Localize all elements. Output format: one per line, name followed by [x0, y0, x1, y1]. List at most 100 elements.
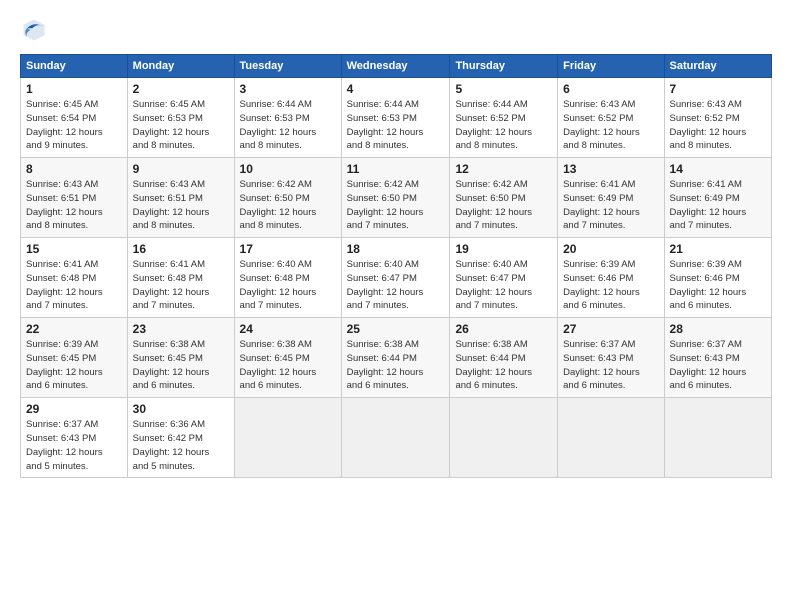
- calendar-cell: 7 Sunrise: 6:43 AM Sunset: 6:52 PM Daylig…: [664, 78, 771, 158]
- day-number: 27: [563, 322, 658, 336]
- day-number: 30: [133, 402, 229, 416]
- day-number: 29: [26, 402, 122, 416]
- day-info: Sunrise: 6:40 AM Sunset: 6:47 PM Dayligh…: [455, 258, 552, 313]
- day-info: Sunrise: 6:37 AM Sunset: 6:43 PM Dayligh…: [563, 338, 658, 393]
- day-number: 22: [26, 322, 122, 336]
- calendar-cell: 25 Sunrise: 6:38 AM Sunset: 6:44 PM Dayli…: [341, 318, 450, 398]
- calendar-week-1: 1 Sunrise: 6:45 AM Sunset: 6:54 PM Daylig…: [21, 78, 772, 158]
- calendar-cell: 28 Sunrise: 6:37 AM Sunset: 6:43 PM Dayli…: [664, 318, 771, 398]
- calendar-cell: 9Sunrise: 6:43 AM Sunset: 6:51 PM Daylig…: [127, 158, 234, 238]
- day-number: 28: [670, 322, 766, 336]
- day-info: Sunrise: 6:39 AM Sunset: 6:46 PM Dayligh…: [670, 258, 766, 313]
- calendar-cell: 15 Sunrise: 6:41 AM Sunset: 6:48 PM Dayli…: [21, 238, 128, 318]
- calendar-cell: 3 Sunrise: 6:44 AM Sunset: 6:53 PM Daylig…: [234, 78, 341, 158]
- calendar-cell: 19 Sunrise: 6:40 AM Sunset: 6:47 PM Dayli…: [450, 238, 558, 318]
- day-info: Sunrise: 6:41 AM Sunset: 6:49 PM Dayligh…: [670, 178, 766, 233]
- day-info: Sunrise: 6:42 AM Sunset: 6:50 PM Dayligh…: [240, 178, 336, 233]
- day-info: Sunrise: 6:41 AM Sunset: 6:48 PM Dayligh…: [26, 258, 122, 313]
- weekday-header-sunday: Sunday: [21, 55, 128, 78]
- day-number: 25: [347, 322, 445, 336]
- calendar-cell: 11 Sunrise: 6:42 AM Sunset: 6:50 PM Dayli…: [341, 158, 450, 238]
- day-info: Sunrise: 6:38 AM Sunset: 6:45 PM Dayligh…: [240, 338, 336, 393]
- day-number: 23: [133, 322, 229, 336]
- calendar-cell: 27 Sunrise: 6:37 AM Sunset: 6:43 PM Dayli…: [558, 318, 664, 398]
- day-info: Sunrise: 6:39 AM Sunset: 6:46 PM Dayligh…: [563, 258, 658, 313]
- day-number: 21: [670, 242, 766, 256]
- day-info: Sunrise: 6:45 AM Sunset: 6:54 PM Dayligh…: [26, 98, 122, 153]
- day-number: 7: [670, 82, 766, 96]
- calendar-week-5: 29Sunrise: 6:37 AM Sunset: 6:43 PM Dayli…: [21, 398, 772, 478]
- calendar-cell: [558, 398, 664, 478]
- day-number: 14: [670, 162, 766, 176]
- calendar-cell: 5 Sunrise: 6:44 AM Sunset: 6:52 PM Daylig…: [450, 78, 558, 158]
- day-number: 13: [563, 162, 658, 176]
- day-number: 17: [240, 242, 336, 256]
- calendar: SundayMondayTuesdayWednesdayThursdayFrid…: [20, 54, 772, 478]
- day-number: 3: [240, 82, 336, 96]
- weekday-header-saturday: Saturday: [664, 55, 771, 78]
- day-info: Sunrise: 6:44 AM Sunset: 6:53 PM Dayligh…: [240, 98, 336, 153]
- day-number: 10: [240, 162, 336, 176]
- calendar-cell: 14 Sunrise: 6:41 AM Sunset: 6:49 PM Dayli…: [664, 158, 771, 238]
- day-info: Sunrise: 6:42 AM Sunset: 6:50 PM Dayligh…: [347, 178, 445, 233]
- day-number: 2: [133, 82, 229, 96]
- calendar-cell: 29Sunrise: 6:37 AM Sunset: 6:43 PM Dayli…: [21, 398, 128, 478]
- calendar-cell: 4Sunrise: 6:44 AM Sunset: 6:53 PM Daylig…: [341, 78, 450, 158]
- day-number: 16: [133, 242, 229, 256]
- day-number: 5: [455, 82, 552, 96]
- day-number: 12: [455, 162, 552, 176]
- day-info: Sunrise: 6:45 AM Sunset: 6:53 PM Dayligh…: [133, 98, 229, 153]
- day-info: Sunrise: 6:43 AM Sunset: 6:51 PM Dayligh…: [26, 178, 122, 233]
- day-number: 19: [455, 242, 552, 256]
- calendar-cell: 23 Sunrise: 6:38 AM Sunset: 6:45 PM Dayli…: [127, 318, 234, 398]
- logo-icon: [20, 16, 48, 44]
- day-info: Sunrise: 6:38 AM Sunset: 6:44 PM Dayligh…: [455, 338, 552, 393]
- day-number: 9: [133, 162, 229, 176]
- day-number: 24: [240, 322, 336, 336]
- calendar-cell: [664, 398, 771, 478]
- day-info: Sunrise: 6:44 AM Sunset: 6:52 PM Dayligh…: [455, 98, 552, 153]
- calendar-cell: 6 Sunrise: 6:43 AM Sunset: 6:52 PM Daylig…: [558, 78, 664, 158]
- day-number: 6: [563, 82, 658, 96]
- day-info: Sunrise: 6:41 AM Sunset: 6:49 PM Dayligh…: [563, 178, 658, 233]
- calendar-cell: 10 Sunrise: 6:42 AM Sunset: 6:50 PM Dayli…: [234, 158, 341, 238]
- calendar-cell: 1 Sunrise: 6:45 AM Sunset: 6:54 PM Daylig…: [21, 78, 128, 158]
- page: SundayMondayTuesdayWednesdayThursdayFrid…: [0, 0, 792, 612]
- calendar-cell: [450, 398, 558, 478]
- calendar-cell: 2 Sunrise: 6:45 AM Sunset: 6:53 PM Daylig…: [127, 78, 234, 158]
- day-info: Sunrise: 6:38 AM Sunset: 6:44 PM Dayligh…: [347, 338, 445, 393]
- weekday-header-tuesday: Tuesday: [234, 55, 341, 78]
- day-number: 26: [455, 322, 552, 336]
- logo: [20, 16, 52, 44]
- calendar-cell: 13 Sunrise: 6:41 AM Sunset: 6:49 PM Dayli…: [558, 158, 664, 238]
- calendar-cell: 24 Sunrise: 6:38 AM Sunset: 6:45 PM Dayli…: [234, 318, 341, 398]
- calendar-cell: 22 Sunrise: 6:39 AM Sunset: 6:45 PM Dayli…: [21, 318, 128, 398]
- calendar-week-2: 8Sunrise: 6:43 AM Sunset: 6:51 PM Daylig…: [21, 158, 772, 238]
- day-info: Sunrise: 6:43 AM Sunset: 6:52 PM Dayligh…: [563, 98, 658, 153]
- calendar-cell: 20 Sunrise: 6:39 AM Sunset: 6:46 PM Dayli…: [558, 238, 664, 318]
- day-info: Sunrise: 6:39 AM Sunset: 6:45 PM Dayligh…: [26, 338, 122, 393]
- calendar-week-4: 22 Sunrise: 6:39 AM Sunset: 6:45 PM Dayli…: [21, 318, 772, 398]
- calendar-cell: 26 Sunrise: 6:38 AM Sunset: 6:44 PM Dayli…: [450, 318, 558, 398]
- weekday-header-thursday: Thursday: [450, 55, 558, 78]
- day-number: 15: [26, 242, 122, 256]
- header: [20, 16, 772, 44]
- calendar-cell: 17 Sunrise: 6:40 AM Sunset: 6:48 PM Dayli…: [234, 238, 341, 318]
- day-info: Sunrise: 6:37 AM Sunset: 6:43 PM Dayligh…: [670, 338, 766, 393]
- weekday-header-row: SundayMondayTuesdayWednesdayThursdayFrid…: [21, 55, 772, 78]
- day-number: 4: [347, 82, 445, 96]
- day-number: 1: [26, 82, 122, 96]
- calendar-cell: 16 Sunrise: 6:41 AM Sunset: 6:48 PM Dayli…: [127, 238, 234, 318]
- day-info: Sunrise: 6:40 AM Sunset: 6:47 PM Dayligh…: [347, 258, 445, 313]
- day-number: 11: [347, 162, 445, 176]
- day-info: Sunrise: 6:40 AM Sunset: 6:48 PM Dayligh…: [240, 258, 336, 313]
- day-info: Sunrise: 6:36 AM Sunset: 6:42 PM Dayligh…: [133, 418, 229, 473]
- weekday-header-monday: Monday: [127, 55, 234, 78]
- calendar-cell: 18Sunrise: 6:40 AM Sunset: 6:47 PM Dayli…: [341, 238, 450, 318]
- calendar-cell: 30 Sunrise: 6:36 AM Sunset: 6:42 PM Dayli…: [127, 398, 234, 478]
- day-info: Sunrise: 6:38 AM Sunset: 6:45 PM Dayligh…: [133, 338, 229, 393]
- calendar-week-3: 15 Sunrise: 6:41 AM Sunset: 6:48 PM Dayli…: [21, 238, 772, 318]
- day-number: 20: [563, 242, 658, 256]
- day-info: Sunrise: 6:41 AM Sunset: 6:48 PM Dayligh…: [133, 258, 229, 313]
- day-info: Sunrise: 6:43 AM Sunset: 6:52 PM Dayligh…: [670, 98, 766, 153]
